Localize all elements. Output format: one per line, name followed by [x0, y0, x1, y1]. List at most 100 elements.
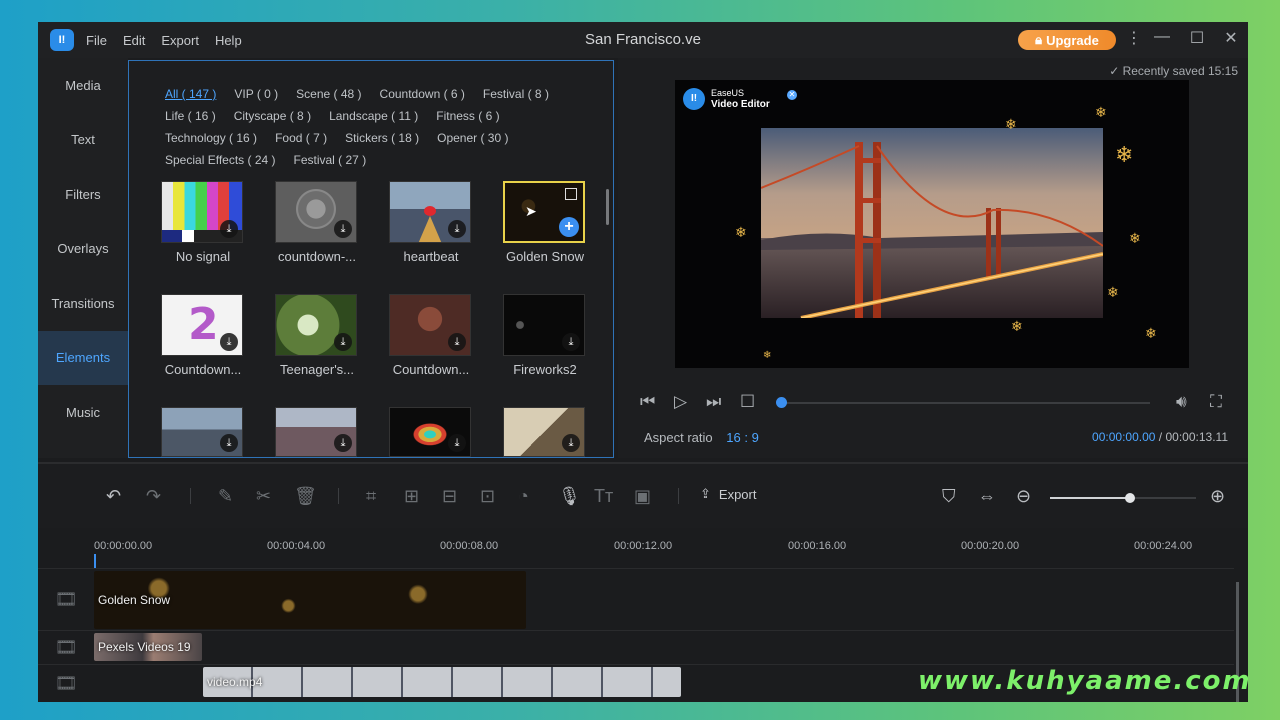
fit-timeline-icon[interactable]: ⇔ [978, 486, 996, 507]
previous-frame-icon[interactable]: ⏮ [640, 392, 655, 412]
element-card[interactable]: ⤓ heartbeat [389, 181, 473, 264]
close-icon[interactable]: ✕ [787, 90, 797, 100]
maximize-button[interactable]: ☐ [1186, 28, 1208, 48]
category-food[interactable]: Food ( 7 ) [275, 127, 327, 149]
total-time: 00:00:13.11 [1165, 430, 1228, 444]
playback-progress-bar[interactable] [780, 402, 1150, 404]
upgrade-button[interactable]: 🔒︎ Upgrade [1018, 30, 1116, 50]
element-card[interactable]: 2 ⤓ Countdown... [161, 294, 245, 377]
category-opener[interactable]: Opener ( 30 ) [437, 127, 508, 149]
download-icon[interactable]: ⤓ [562, 333, 580, 351]
zoom-slider-handle[interactable] [1125, 493, 1135, 503]
aspect-ratio-value[interactable]: 16 : 9 [726, 430, 759, 445]
element-card[interactable]: ⤓ No signal [161, 181, 245, 264]
playback-scrubber[interactable] [776, 397, 787, 408]
redo-icon[interactable]: ↷ [146, 486, 161, 507]
timeline-ruler[interactable]: 00:00:00.00 00:00:04.00 00:00:08.00 00:0… [94, 530, 1234, 566]
zoom-slider-fill [1050, 497, 1130, 499]
menu-edit[interactable]: Edit [123, 33, 145, 48]
element-card[interactable]: ⤓ Teenager's... [275, 294, 359, 377]
crop-icon[interactable]: ⌗ [366, 486, 376, 507]
edit-toolbar: ↶ ↷ ✎ ✂ 🗑︎ ⌗ ⊞ ⊟ ⊡ ◔ 🎙︎ Tᴛ ▣ ⇪ Export ⛉ … [38, 462, 1248, 528]
sidebar-item-media[interactable]: Media [38, 58, 128, 113]
element-card[interactable]: ⤓ Countdown... [389, 294, 473, 377]
menu-help[interactable]: Help [215, 33, 242, 48]
category-festival[interactable]: Festival ( 8 ) [483, 83, 549, 105]
mosaic-icon[interactable]: ⊟ [442, 486, 457, 507]
add-icon[interactable]: + [559, 217, 579, 237]
download-icon[interactable]: ⤓ [334, 220, 352, 238]
timeline-clip[interactable]: Pexels Videos 19 [94, 633, 202, 661]
category-festival-2[interactable]: Festival ( 27 ) [294, 149, 367, 171]
category-life[interactable]: Life ( 16 ) [165, 105, 216, 127]
toolbar-divider [338, 488, 339, 504]
marker-icon[interactable]: ⛉ [942, 486, 956, 507]
download-icon[interactable]: ⤓ [334, 333, 352, 351]
scissors-icon[interactable]: ✂ [256, 486, 271, 507]
element-card[interactable]: ⤓ [503, 407, 587, 457]
download-icon[interactable]: ⤓ [448, 434, 466, 452]
timeline-clip[interactable]: Golden Snow [94, 571, 526, 629]
sidebar-item-overlays[interactable]: Overlays [38, 222, 128, 277]
zoom-out-icon[interactable]: ⊖ [1016, 486, 1031, 507]
text-to-speech-icon[interactable]: Tᴛ [594, 486, 613, 507]
element-thumbnail: ⤓ [161, 407, 243, 457]
element-card[interactable]: ⤓ countdown-... [275, 181, 359, 264]
element-card[interactable]: ⤓ [389, 407, 473, 457]
microphone-icon[interactable]: 🎙︎ [558, 486, 581, 507]
export-button[interactable]: ⇪ Export [700, 486, 756, 502]
menu-export[interactable]: Export [161, 33, 199, 48]
download-icon[interactable]: ⤓ [448, 333, 466, 351]
undo-icon[interactable]: ↶ [106, 486, 121, 507]
download-icon[interactable]: ⤓ [220, 220, 238, 238]
category-cityscape[interactable]: Cityscape ( 8 ) [234, 105, 311, 127]
category-stickers[interactable]: Stickers ( 18 ) [345, 127, 419, 149]
download-icon[interactable]: ⤓ [448, 220, 466, 238]
download-icon[interactable]: ⤓ [334, 434, 352, 452]
minimize-button[interactable]: — [1151, 28, 1173, 46]
sidebar-item-music[interactable]: Music [38, 385, 128, 440]
element-card-selected[interactable]: ➤ + Golden Snow [503, 181, 587, 264]
playhead[interactable] [94, 554, 96, 568]
play-icon[interactable]: ▷ [674, 392, 687, 412]
category-countdown[interactable]: Countdown ( 6 ) [380, 83, 465, 105]
download-icon[interactable]: ⤓ [220, 333, 238, 351]
zoom-effect-icon[interactable]: ⊡ [480, 486, 495, 507]
edit-pen-icon[interactable]: ✎ [218, 486, 233, 507]
upgrade-label: Upgrade [1046, 32, 1099, 48]
export-label: Export [718, 486, 757, 502]
sidebar-item-filters[interactable]: Filters [38, 167, 128, 222]
checkbox-icon[interactable] [565, 188, 577, 200]
sidebar-item-elements[interactable]: Elements [38, 330, 128, 385]
category-vip[interactable]: VIP ( 0 ) [234, 83, 278, 105]
category-all[interactable]: All ( 147 ) [165, 83, 216, 105]
category-technology[interactable]: Technology ( 16 ) [165, 127, 257, 149]
sidebar-item-text[interactable]: Text [38, 113, 128, 168]
category-scene[interactable]: Scene ( 48 ) [296, 83, 361, 105]
category-landscape[interactable]: Landscape ( 11 ) [329, 105, 418, 127]
panel-scrollbar[interactable] [606, 189, 609, 225]
zoom-in-icon[interactable]: ⊕ [1210, 486, 1225, 507]
element-card[interactable]: ⤓ [275, 407, 359, 457]
speed-icon[interactable]: ◔ [518, 486, 529, 507]
download-icon[interactable]: ⤓ [562, 434, 580, 452]
next-frame-icon[interactable]: ⏭ [706, 392, 721, 412]
fullscreen-icon[interactable]: ⛶ [1210, 392, 1222, 412]
volume-icon[interactable]: 🔊︎ [1176, 392, 1187, 412]
category-fitness[interactable]: Fitness ( 6 ) [436, 105, 499, 127]
menu-file[interactable]: File [86, 33, 107, 48]
element-card[interactable]: ⤓ [161, 407, 245, 457]
category-special-effects[interactable]: Special Effects ( 24 ) [165, 149, 276, 171]
cursor-icon: ➤ [525, 203, 537, 219]
sidebar-item-transitions[interactable]: Transitions [38, 276, 128, 331]
timeline-clip[interactable]: video.mp4 [203, 667, 681, 697]
element-card[interactable]: ⤓ Fireworks2 [503, 294, 587, 377]
image-adjust-icon[interactable]: ▣ [634, 486, 651, 507]
trash-icon[interactable]: 🗑︎ [294, 486, 317, 507]
video-preview[interactable]: I! EaseUS Video Editor ✕ ❄ ❄ ❄ ❄ ❄ ❄ ❄ ❄… [675, 80, 1189, 368]
close-button[interactable]: ✕ [1220, 28, 1242, 48]
freeze-frame-icon[interactable]: ⊞ [404, 486, 419, 507]
download-icon[interactable]: ⤓ [220, 434, 238, 452]
more-options-icon[interactable]: ⋮ [1123, 28, 1145, 48]
stop-icon[interactable]: ☐ [740, 392, 755, 412]
